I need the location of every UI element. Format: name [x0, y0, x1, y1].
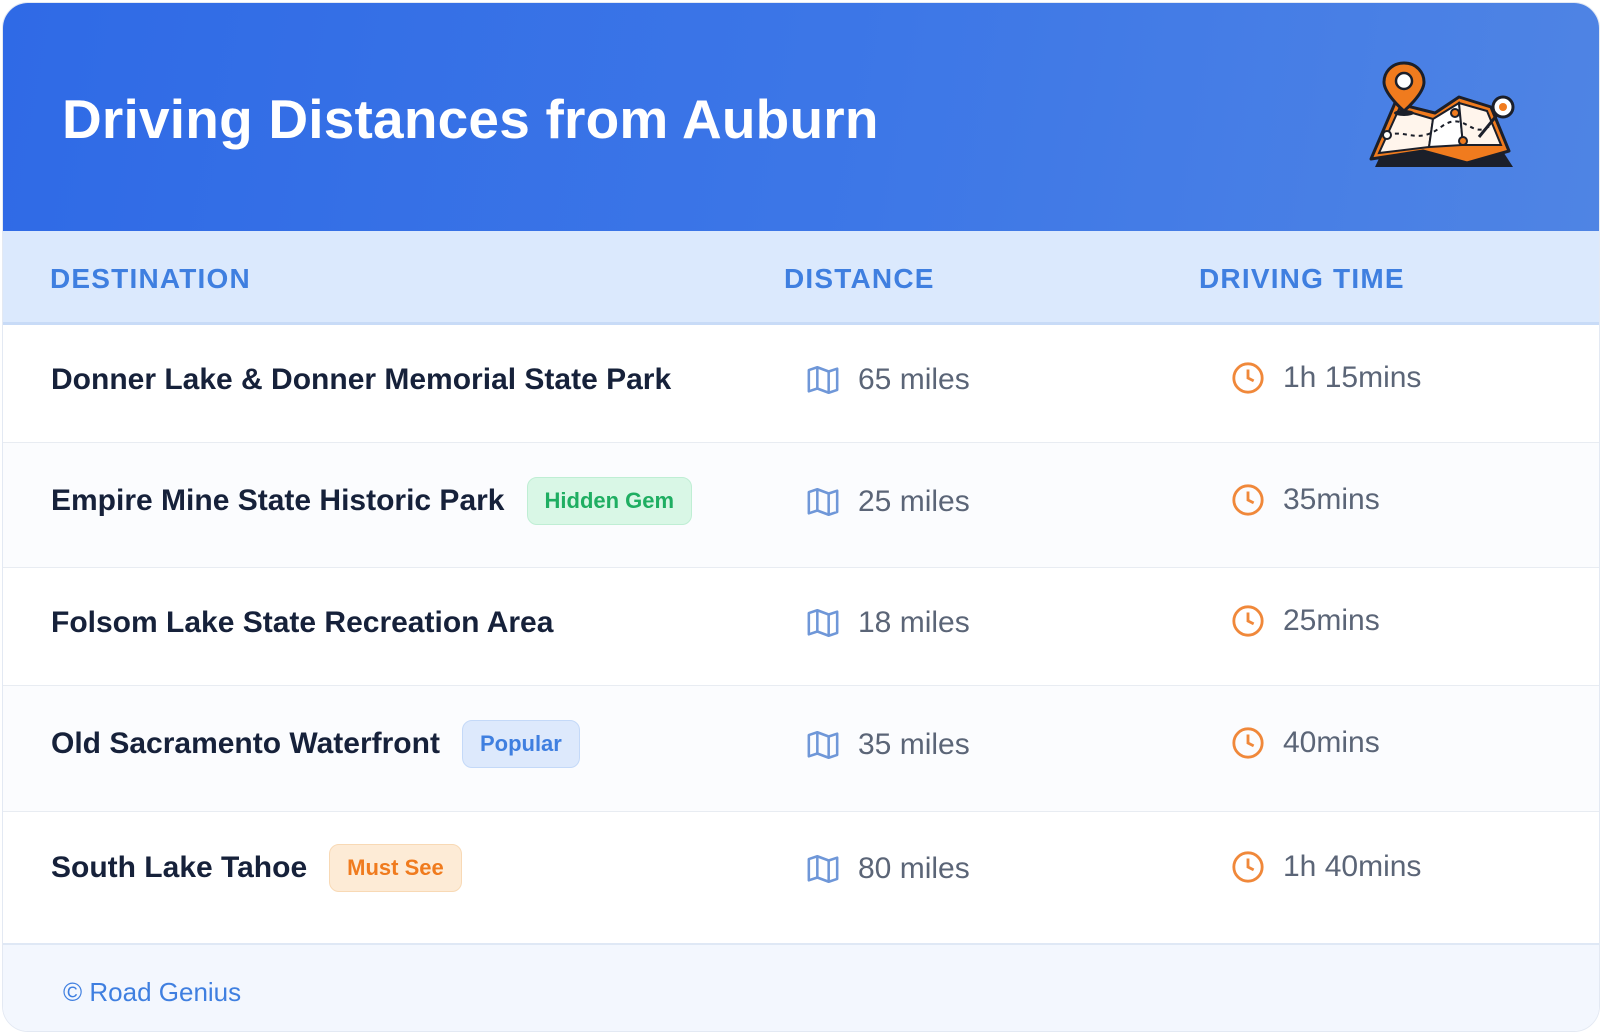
distance-value: 25 miles — [858, 485, 970, 518]
map-icon — [807, 730, 839, 760]
time-value: 1h 15mins — [1283, 361, 1422, 394]
table-row[interactable]: South Lake Tahoe Must See 80 miles 1h 40… — [3, 812, 1599, 943]
destination-name: Old Sacramento Waterfront — [51, 727, 440, 760]
destination-name: Donner Lake & Donner Memorial State Park — [51, 363, 672, 396]
time-cell: 25mins — [1231, 604, 1380, 638]
destination-name: Folsom Lake State Recreation Area — [51, 606, 554, 639]
page-title: Driving Distances from Auburn — [62, 88, 879, 150]
distance-cell: 25 miles — [806, 485, 970, 519]
distance-cell: 65 miles — [806, 363, 970, 397]
map-icon — [807, 608, 839, 638]
badge-popular: Popular — [461, 720, 580, 768]
table-header: DESTINATION DISTANCE DRIVING TIME — [3, 231, 1599, 325]
column-header-destination[interactable]: DESTINATION — [50, 263, 251, 295]
destination-cell: South Lake Tahoe Must See — [51, 844, 462, 892]
distance-value: 35 miles — [858, 728, 970, 761]
clock-icon — [1232, 484, 1264, 516]
time-cell: 1h 40mins — [1231, 850, 1421, 884]
footer-credit-link[interactable]: © Road Genius — [63, 977, 241, 1008]
time-cell: 35mins — [1231, 483, 1380, 517]
destination-cell: Folsom Lake State Recreation Area — [51, 606, 553, 640]
badge-must-see: Must See — [329, 844, 462, 892]
table-row[interactable]: Folsom Lake State Recreation Area 18 mil… — [3, 568, 1599, 686]
distance-value: 18 miles — [858, 606, 970, 639]
clock-icon — [1232, 851, 1264, 883]
card-footer: © Road Genius — [3, 943, 1599, 1031]
map-icon — [807, 854, 839, 884]
destination-name: South Lake Tahoe — [51, 851, 308, 884]
destination-name: Empire Mine State Historic Park — [51, 484, 505, 517]
map-icon — [807, 365, 839, 395]
time-cell: 1h 15mins — [1231, 361, 1421, 395]
distance-cell: 80 miles — [806, 852, 970, 886]
distance-value: 80 miles — [858, 852, 970, 885]
column-header-distance[interactable]: DISTANCE — [784, 263, 935, 295]
map-icon — [807, 487, 839, 517]
time-value: 35mins — [1283, 483, 1380, 516]
time-value: 25mins — [1283, 604, 1380, 637]
distance-value: 65 miles — [858, 363, 970, 396]
distance-card: Driving Distances from Auburn DESTINATIO… — [2, 2, 1600, 1032]
clock-icon — [1232, 362, 1264, 394]
table-row[interactable]: Empire Mine State Historic Park Hidden G… — [3, 443, 1599, 568]
time-value: 1h 40mins — [1283, 850, 1422, 883]
destination-cell: Empire Mine State Historic Park Hidden G… — [51, 477, 693, 525]
distance-cell: 35 miles — [806, 728, 970, 762]
badge-hidden-gem: Hidden Gem — [526, 477, 693, 525]
table-row[interactable]: Donner Lake & Donner Memorial State Park… — [3, 325, 1599, 443]
destination-cell: Donner Lake & Donner Memorial State Park — [51, 363, 671, 397]
table-row[interactable]: Old Sacramento Waterfront Popular 35 mil… — [3, 686, 1599, 812]
column-header-driving-time[interactable]: DRIVING TIME — [1199, 263, 1405, 295]
destination-cell: Old Sacramento Waterfront Popular — [51, 720, 580, 768]
time-value: 40mins — [1283, 726, 1380, 759]
clock-icon — [1232, 727, 1264, 759]
distance-cell: 18 miles — [806, 606, 970, 640]
clock-icon — [1232, 605, 1264, 637]
folded-map-with-pin-icon — [1369, 61, 1515, 167]
time-cell: 40mins — [1231, 726, 1380, 760]
card-header: Driving Distances from Auburn — [3, 3, 1599, 231]
